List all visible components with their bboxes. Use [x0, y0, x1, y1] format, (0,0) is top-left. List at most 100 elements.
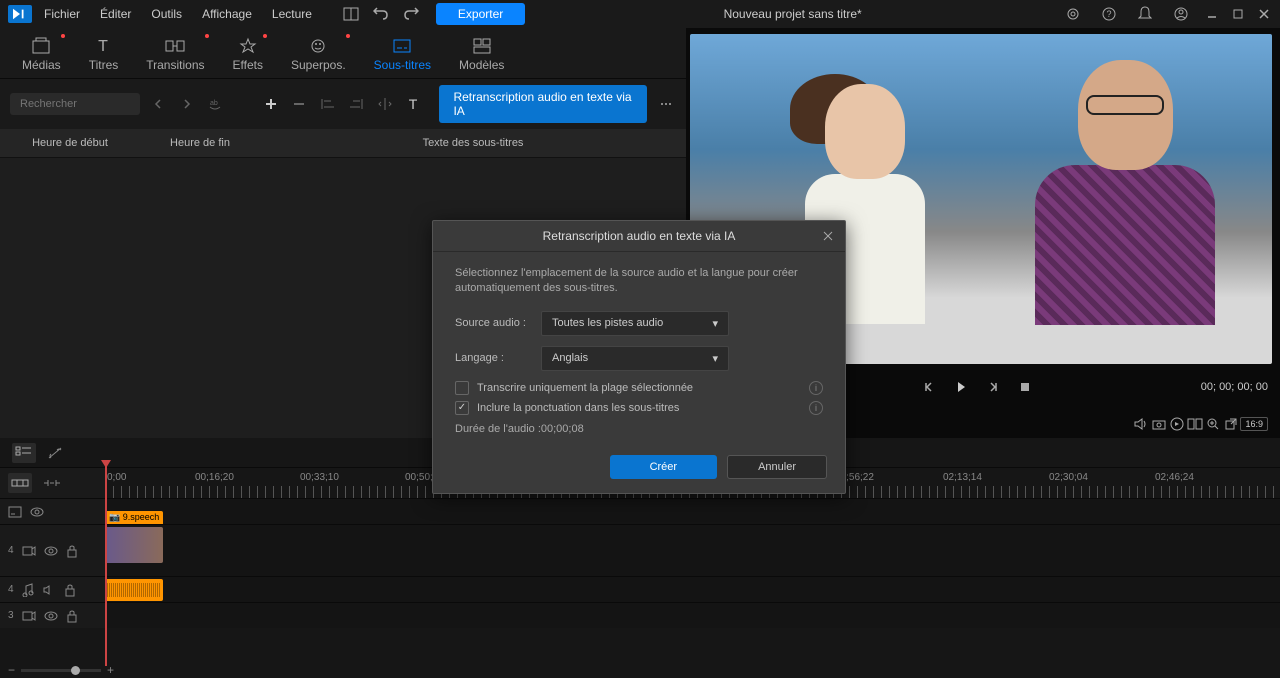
cancel-button[interactable]: Annuler [727, 455, 827, 479]
tab-effects[interactable]: Effets [219, 32, 277, 78]
subtitle-toolbar: ab T Retranscription audio en texte via … [0, 78, 686, 129]
tab-titles[interactable]: TTitres [75, 32, 133, 78]
svg-text:?: ? [1106, 9, 1111, 19]
language-select[interactable]: Anglais▾ [541, 346, 729, 371]
zoom-fit-icon[interactable] [1204, 415, 1222, 433]
ruler-tick: 0;00 [107, 472, 126, 483]
dialog-description: Sélectionnez l'emplacement de la source … [455, 266, 823, 297]
ruler-tick: 02;46;24 [1155, 472, 1194, 483]
split-icon[interactable] [374, 93, 395, 115]
dialog-close-button[interactable] [819, 227, 837, 245]
more-icon[interactable] [655, 93, 676, 115]
eye-icon[interactable] [30, 507, 44, 517]
add-subtitle-icon[interactable] [260, 93, 281, 115]
export-button[interactable]: Exporter [436, 3, 525, 25]
lock-icon[interactable] [66, 609, 78, 623]
snapshot-icon[interactable] [1150, 415, 1168, 433]
library-tabs: Médias TTitres Transitions Effets Superp… [0, 28, 686, 78]
dialog-title: Retranscription audio en texte via IA [433, 221, 845, 252]
compare-icon[interactable] [1186, 415, 1204, 433]
eye-icon[interactable] [44, 611, 58, 621]
menu-playback[interactable]: Lecture [264, 3, 320, 25]
create-button[interactable]: Créer [610, 455, 718, 479]
lock-icon[interactable] [66, 544, 78, 558]
speaker-icon[interactable] [42, 584, 56, 596]
ai-transcribe-dialog: Retranscription audio en texte via IA Sé… [432, 220, 846, 494]
track-subtitle [0, 498, 1280, 524]
source-label: Source audio : [455, 317, 531, 329]
link-icon[interactable] [40, 473, 64, 493]
replace-icon[interactable]: ab [205, 93, 226, 115]
align-right-icon[interactable] [346, 93, 367, 115]
video-clip[interactable] [105, 527, 163, 563]
audio-clip[interactable] [105, 579, 163, 601]
video-track-icon [22, 546, 36, 556]
settings-icon[interactable] [1064, 5, 1082, 23]
help-icon[interactable]: ? [1100, 5, 1118, 23]
close-button[interactable] [1256, 6, 1272, 22]
source-select[interactable]: Toutes les pistes audio▾ [541, 311, 729, 336]
search-input[interactable] [10, 93, 140, 115]
layout-icon[interactable] [342, 5, 360, 23]
col-start-time: Heure de début [0, 137, 140, 149]
tab-templates[interactable]: Modèles [445, 32, 518, 78]
eye-icon[interactable] [44, 546, 58, 556]
next-icon[interactable] [177, 93, 198, 115]
track-audio: 4 [0, 576, 1280, 602]
aspect-ratio[interactable]: 16:9 [1240, 417, 1268, 431]
chevron-down-icon: ▾ [712, 317, 718, 330]
svg-text:T: T [99, 38, 109, 55]
playhead[interactable] [105, 466, 107, 666]
punctuation-checkbox-label: Inclure la ponctuation dans les sous-tit… [477, 402, 679, 414]
align-left-icon[interactable] [317, 93, 338, 115]
preview-timecode: 00; 00; 00; 00 [1201, 381, 1268, 393]
razor-icon[interactable] [44, 443, 68, 463]
info-icon[interactable]: i [809, 401, 823, 415]
maximize-button[interactable] [1230, 6, 1246, 22]
menu-file[interactable]: Fichier [36, 3, 88, 25]
track-number: 3 [8, 610, 14, 621]
prev-icon[interactable] [148, 93, 169, 115]
punctuation-checkbox[interactable] [455, 401, 469, 415]
detach-icon[interactable] [1222, 415, 1240, 433]
redo-icon[interactable] [402, 5, 420, 23]
notification-icon[interactable] [1136, 5, 1154, 23]
undo-icon[interactable] [372, 5, 390, 23]
audio-track-icon [22, 583, 34, 597]
svg-text:ab: ab [210, 100, 218, 107]
zoom-slider[interactable] [21, 669, 101, 672]
lock-icon[interactable] [64, 583, 76, 597]
timeline-zoom: − + [8, 664, 1272, 676]
menu-view[interactable]: Affichage [194, 3, 260, 25]
tab-media[interactable]: Médias [8, 32, 75, 78]
zoom-in-icon[interactable]: + [107, 663, 114, 677]
track-video: 4 📷 9.speech [0, 524, 1280, 576]
tab-label: Sous-titres [374, 58, 431, 72]
tab-overlays[interactable]: Superpos. [277, 32, 360, 78]
prev-frame-icon[interactable] [920, 378, 938, 396]
language-label: Langage : [455, 352, 531, 364]
ruler-tick: 00;16;20 [195, 472, 234, 483]
ai-transcribe-button[interactable]: Retranscription audio en texte via IA [439, 85, 647, 123]
menu-edit[interactable]: Éditer [92, 3, 139, 25]
account-icon[interactable] [1172, 5, 1190, 23]
stop-icon[interactable] [1016, 378, 1034, 396]
volume-icon[interactable] [1132, 415, 1150, 433]
chevron-down-icon: ▾ [712, 352, 718, 365]
col-subtitle-text: Texte des sous-titres [260, 137, 686, 149]
minimize-button[interactable] [1204, 6, 1220, 22]
next-frame-icon[interactable] [984, 378, 1002, 396]
menu-tools[interactable]: Outils [143, 3, 190, 25]
info-icon[interactable]: i [809, 381, 823, 395]
remove-subtitle-icon[interactable] [289, 93, 310, 115]
tab-label: Modèles [459, 58, 504, 72]
tab-subtitles[interactable]: Sous-titres [360, 32, 445, 78]
track-manager-icon[interactable] [12, 443, 36, 463]
text-style-icon[interactable]: T [403, 93, 424, 115]
tab-transitions[interactable]: Transitions [132, 32, 218, 78]
snap-icon[interactable] [8, 473, 32, 493]
play-icon[interactable] [952, 378, 970, 396]
zoom-out-icon[interactable]: − [8, 663, 15, 677]
quality-icon[interactable] [1168, 415, 1186, 433]
range-checkbox[interactable] [455, 381, 469, 395]
